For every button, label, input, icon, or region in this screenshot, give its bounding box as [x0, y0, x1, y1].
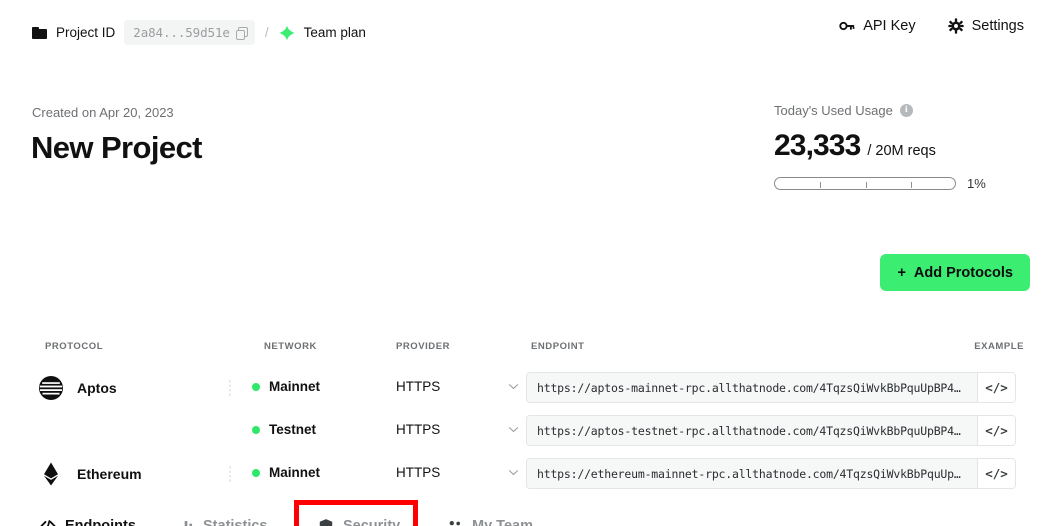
usage-label: Today's Used Usage	[774, 103, 893, 118]
provider-value: HTTPS	[396, 379, 441, 394]
progress-tick	[865, 181, 867, 188]
endpoints-table: PROTOCOL NETWORK PROVIDER ENDPOINT EXAMP…	[0, 330, 1050, 495]
endpoint-input[interactable]: https://aptos-testnet-rpc.allthatnode.co…	[527, 416, 977, 445]
usage-progress-bar	[774, 177, 956, 190]
shield-icon	[319, 519, 333, 526]
ethereum-icon	[44, 462, 58, 486]
tab-statistics-label: Statistics	[203, 518, 268, 526]
provider-select[interactable]: HTTPS	[396, 422, 521, 437]
breadcrumb: Project ID 2a84...59d51e / Team plan	[32, 20, 366, 45]
plan-label[interactable]: Team plan	[304, 25, 366, 40]
chevron-down-icon	[508, 470, 519, 475]
created-on-text: Created on Apr 20, 2023	[32, 105, 174, 120]
network-cell: Testnet	[252, 422, 316, 437]
network-name: Mainnet	[269, 379, 321, 394]
api-key-label: API Key	[863, 18, 916, 34]
code-icon	[40, 520, 56, 526]
column-header-network: NETWORK	[264, 341, 317, 352]
protocol-cell: Aptos	[38, 375, 117, 401]
chevron-down-icon	[508, 384, 519, 389]
provider-select[interactable]: HTTPS	[396, 465, 521, 480]
progress-tick	[911, 181, 912, 188]
top-bar: Project ID 2a84...59d51e / Team plan API…	[0, 0, 1050, 60]
table-header-row: PROTOCOL NETWORK PROVIDER ENDPOINT EXAMP…	[0, 330, 1050, 366]
people-icon	[449, 520, 461, 526]
star-icon	[279, 25, 295, 40]
tab-security[interactable]: Security	[318, 518, 400, 526]
progress-tick	[820, 181, 821, 188]
table-row: Ethereum Mainnet HTTPS https://ethereum-…	[0, 452, 1050, 495]
usage-summary: Today's Used Usage i 23,333 / 20M reqs 1…	[774, 103, 1024, 191]
example-code-button[interactable]: </>	[977, 459, 1015, 488]
protocol-name: Ethereum	[77, 466, 142, 482]
network-name: Testnet	[269, 422, 317, 437]
row-menu-dots[interactable]	[229, 379, 231, 396]
endpoint-input[interactable]: https://aptos-mainnet-rpc.allthatnode.co…	[527, 373, 977, 402]
provider-select[interactable]: HTTPS	[396, 379, 521, 394]
tab-endpoints-label: Endpoints	[65, 518, 136, 526]
protocol-cell: Ethereum	[38, 461, 142, 487]
endpoint-cell: https://ethereum-mainnet-rpc.allthatnode…	[526, 458, 1016, 489]
tab-security-label: Security	[343, 518, 401, 526]
tab-statistics[interactable]: Statistics	[178, 518, 267, 526]
endpoint-cell: https://aptos-mainnet-rpc.allthatnode.co…	[526, 372, 1016, 403]
network-cell: Mainnet	[252, 465, 320, 480]
breadcrumb-separator: /	[264, 25, 269, 40]
tab-endpoints[interactable]: Endpoints	[40, 518, 136, 526]
add-protocols-button[interactable]: + Add Protocols	[880, 254, 1030, 291]
row-menu-dots[interactable]	[229, 465, 231, 482]
table-row: Aptos Mainnet HTTPS https://aptos-mainne…	[0, 366, 1050, 409]
settings-label: Settings	[971, 18, 1024, 34]
usage-percent: 1%	[967, 176, 986, 191]
tab-my-team-label: My Team	[472, 518, 533, 526]
endpoint-cell: https://aptos-testnet-rpc.allthatnode.co…	[526, 415, 1016, 446]
network-name: Mainnet	[269, 465, 321, 480]
protocol-name: Aptos	[77, 380, 117, 396]
status-dot	[252, 425, 260, 434]
settings-button[interactable]: Settings	[947, 18, 1024, 34]
page-title: New Project	[31, 130, 202, 165]
project-id-pill[interactable]: 2a84...59d51e	[124, 20, 255, 45]
column-header-protocol: PROTOCOL	[45, 341, 104, 352]
status-dot	[252, 468, 260, 477]
aptos-icon	[39, 376, 63, 400]
column-header-provider: PROVIDER	[396, 341, 451, 352]
example-code-button[interactable]: </>	[977, 416, 1015, 445]
status-dot	[252, 382, 260, 391]
folder-icon	[32, 26, 47, 39]
project-id-label: Project ID	[56, 25, 116, 40]
copy-icon[interactable]	[235, 27, 249, 40]
table-row: Testnet HTTPS https://aptos-testnet-rpc.…	[0, 409, 1050, 452]
example-code-button[interactable]: </>	[977, 373, 1015, 402]
bar-chart-icon	[184, 521, 193, 526]
endpoint-input[interactable]: https://ethereum-mainnet-rpc.allthatnode…	[527, 459, 977, 488]
top-bar-actions: API Key Settings	[839, 18, 1024, 34]
add-protocols-label: Add Protocols	[913, 264, 1013, 281]
info-icon[interactable]: i	[899, 104, 913, 117]
provider-value: HTTPS	[396, 465, 441, 480]
column-header-endpoint: ENDPOINT	[531, 341, 585, 352]
project-id-value: 2a84...59d51e	[133, 25, 230, 40]
plus-icon: +	[897, 264, 906, 281]
network-cell: Mainnet	[252, 379, 320, 394]
chevron-down-icon	[508, 427, 519, 432]
usage-quota: / 20M reqs	[867, 143, 936, 159]
key-icon	[839, 21, 855, 31]
usage-value: 23,333	[774, 129, 861, 162]
tab-my-team[interactable]: My Team	[447, 518, 533, 526]
gear-icon	[947, 18, 964, 34]
api-key-button[interactable]: API Key	[839, 18, 916, 34]
column-header-example: EXAMPLE	[974, 341, 1024, 352]
project-detail-page: Project ID 2a84...59d51e / Team plan API…	[0, 0, 1050, 526]
provider-value: HTTPS	[396, 422, 441, 437]
